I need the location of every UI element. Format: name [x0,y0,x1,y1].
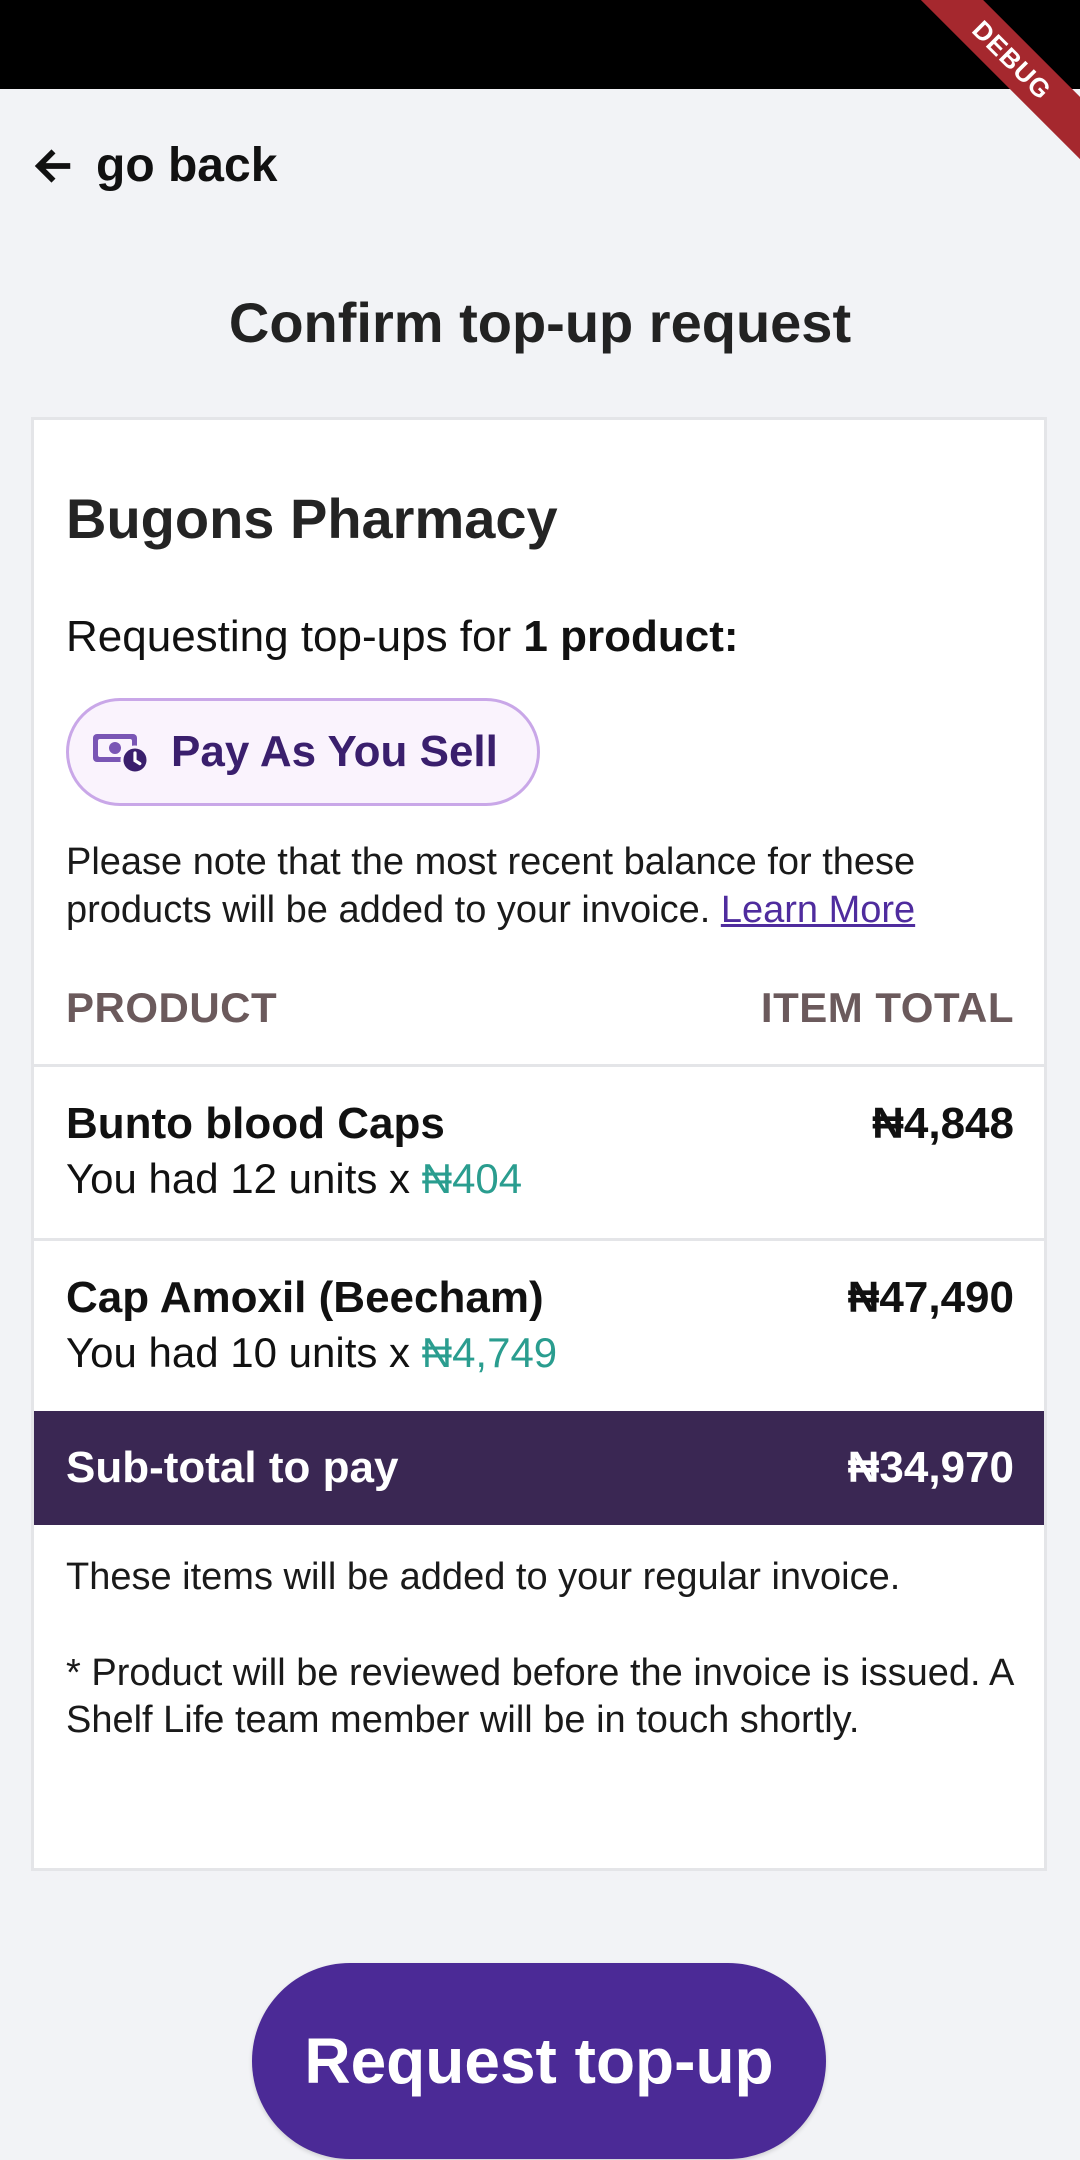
request-top-up-button[interactable]: Request top-up [252,1963,826,2159]
back-label: go back [96,139,278,192]
product-total: ₦47,490 [847,1273,1014,1322]
column-header-product: PRODUCT [66,984,278,1031]
product-quantity: You had 10 units x ₦4,749 [66,1329,557,1377]
learn-more-link[interactable]: Learn More [721,889,915,931]
requesting-prefix: Requesting top-ups for [66,612,524,661]
plan-label: Pay As You Sell [171,727,498,776]
page-title: Confirm top-up request [228,291,852,354]
requesting-count: 1 product: [523,612,739,661]
product-name: Bunto blood Caps [66,1099,445,1148]
balance-note: Please note that the most recent balance… [66,838,1026,934]
product-name: Cap Amoxil (Beecham) [66,1273,544,1322]
product-quantity-text: You had 10 units x [66,1329,422,1376]
column-header-item-total: ITEM TOTAL [760,984,1014,1031]
back-button[interactable]: go back [30,138,277,193]
requesting-text: Requesting top-ups for 1 product: [66,612,739,662]
debug-banner: DEBUG [900,0,1080,180]
subtotal-label: Sub-total to pay [66,1443,399,1492]
subtotal-value: ₦34,970 [847,1443,1014,1492]
product-row: Cap Amoxil (Beecham) ₦47,490 You had 10 … [34,1241,1044,1411]
product-quantity-text: You had 12 units x [66,1155,422,1202]
plan-badge: Pay As You Sell [66,698,540,806]
debug-banner-label: DEBUG [911,0,1080,161]
product-row: Bunto blood Caps ₦4,848 You had 12 units… [34,1067,1044,1238]
cash-clock-icon [93,734,150,775]
review-note: * Product will be reviewed before the in… [66,1652,1013,1741]
product-unit-price: ₦404 [421,1155,523,1202]
pharmacy-name: Bugons Pharmacy [66,487,558,550]
product-total: ₦4,848 [872,1099,1014,1148]
subtotal-bar: Sub-total to pay ₦34,970 [34,1411,1044,1525]
arrow-left-icon [34,148,71,183]
product-unit-price: ₦4,749 [421,1329,558,1376]
product-quantity: You had 12 units x ₦404 [66,1155,522,1203]
regular-invoice-note: These items will be added to your regula… [66,1556,901,1598]
request-summary-card: Bugons Pharmacy Requesting top-ups for 1… [31,417,1047,1871]
